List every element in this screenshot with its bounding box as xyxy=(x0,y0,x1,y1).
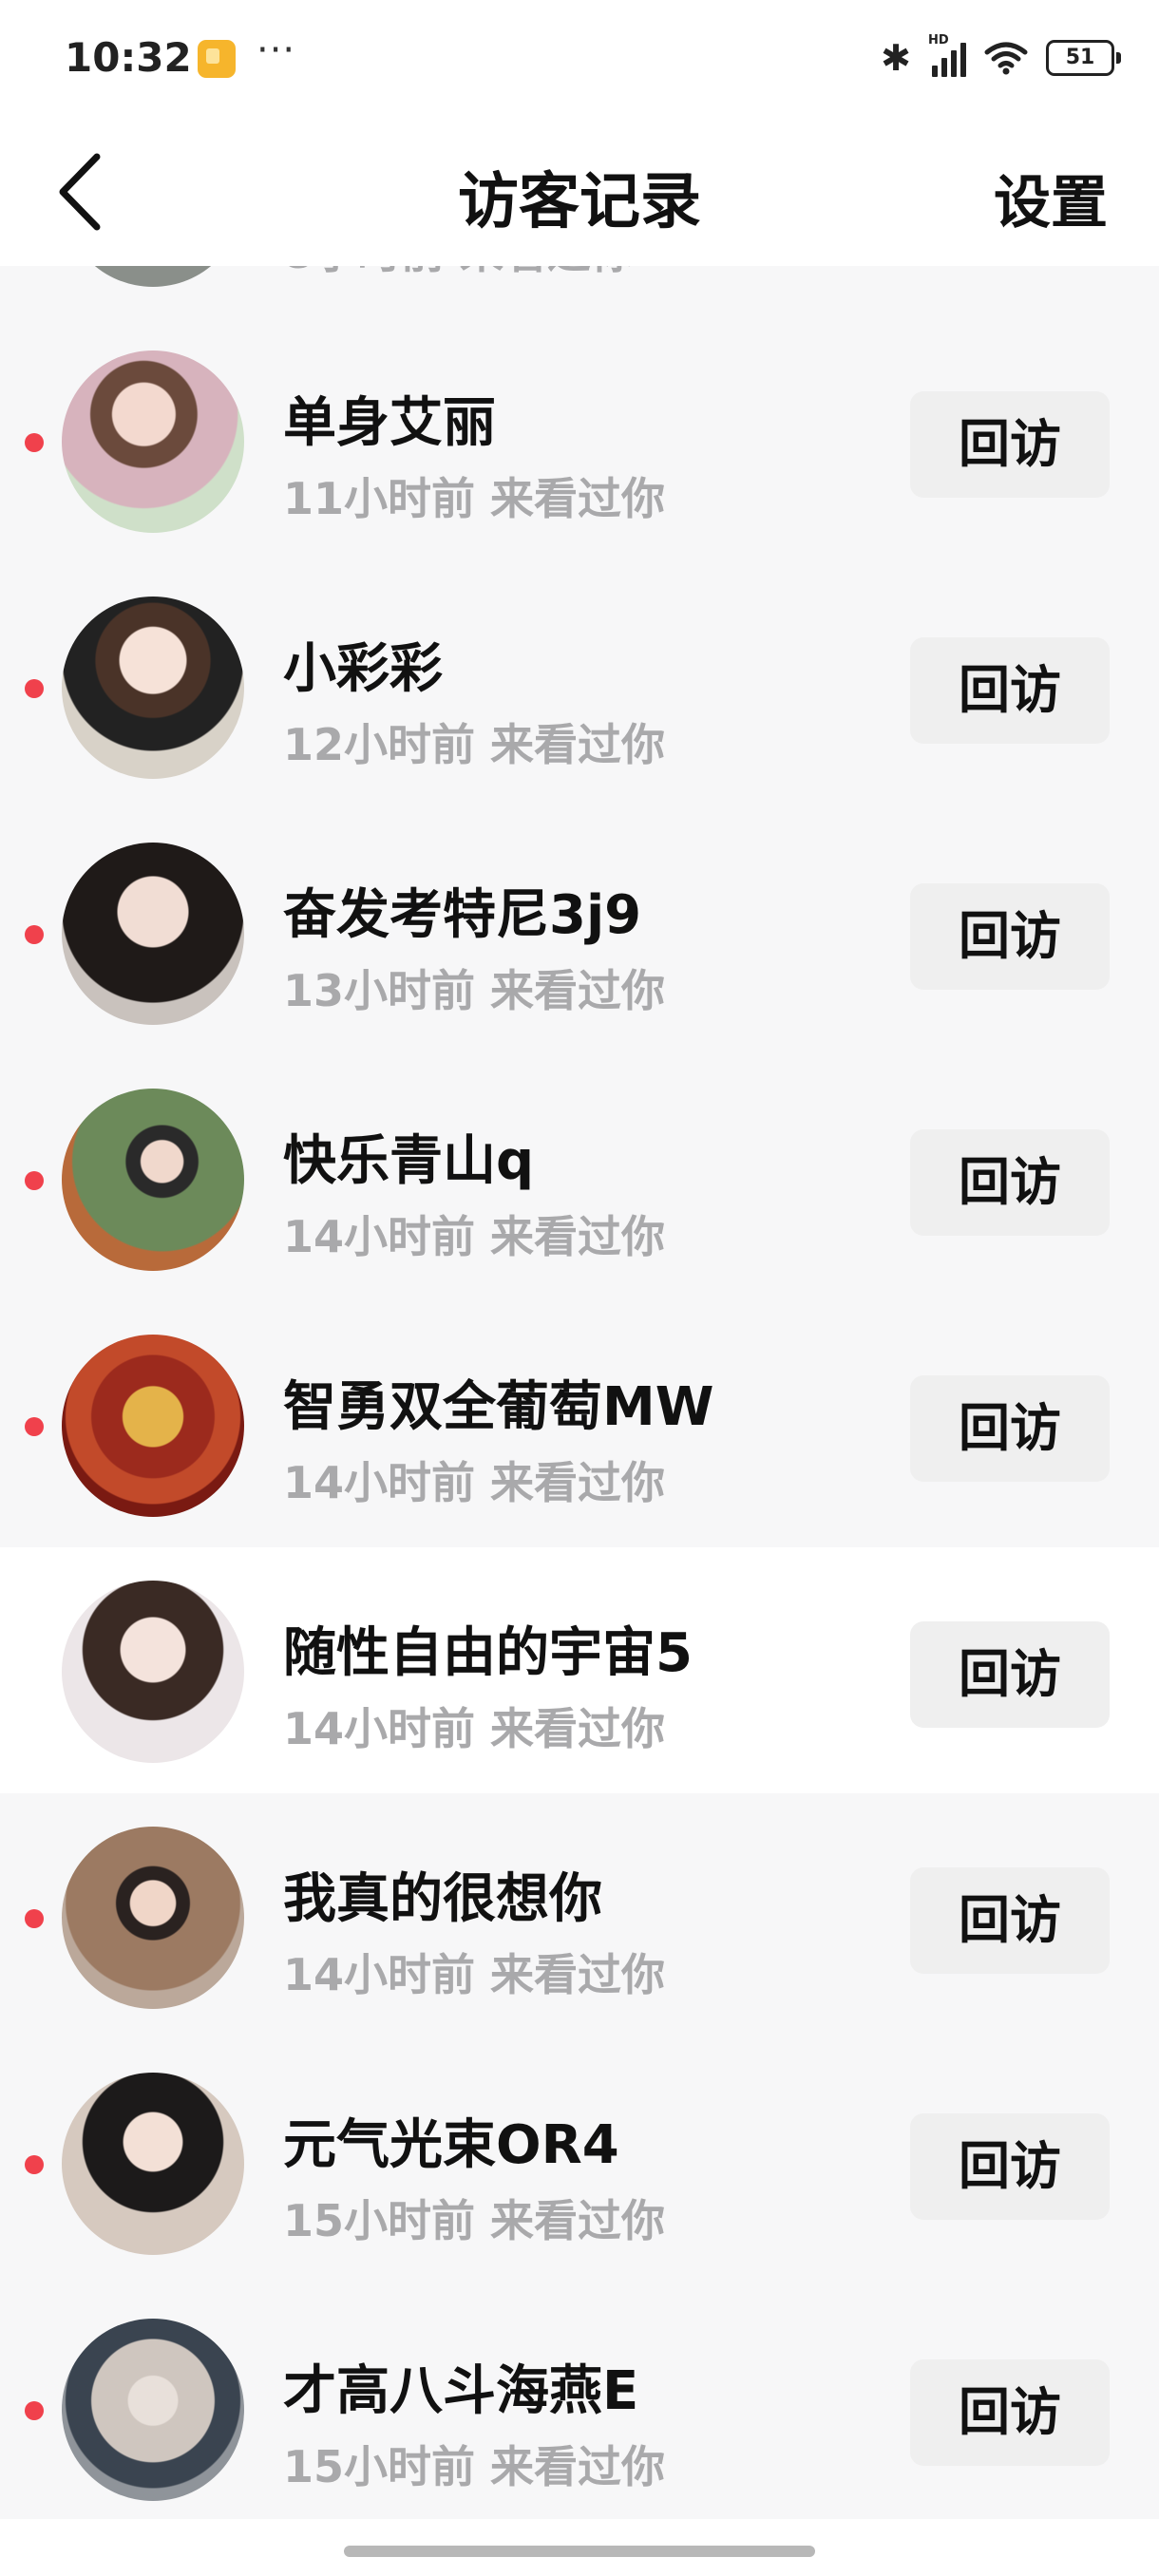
visitor-row[interactable]: 元气光束OR4 15小时前 来看过你 回访 xyxy=(0,2039,1159,2285)
avatar[interactable] xyxy=(62,266,244,287)
visitor-name: 智勇双全葡萄MW xyxy=(283,1376,714,1438)
visit-back-button[interactable]: 回访 xyxy=(910,1129,1110,1236)
visit-time: 15小时前 xyxy=(283,2195,476,2246)
visit-action: 来看过你 xyxy=(490,719,666,770)
visitor-row[interactable]: 8小时前 来看过你回访 xyxy=(0,266,1159,317)
status-icons: ✱ HD 51 xyxy=(864,33,1121,82)
visitor-name: 随性自由的宇宙5 xyxy=(283,1622,693,1684)
visitor-row[interactable]: 小彩彩 12小时前 来看过你 回访 xyxy=(0,563,1159,809)
visitor-row[interactable]: 奋发考特尼3j9 13小时前 来看过你 回访 xyxy=(0,809,1159,1055)
visitor-row[interactable]: 单身艾丽 11小时前 来看过你 回访 xyxy=(0,317,1159,563)
avatar[interactable] xyxy=(62,1827,244,2009)
visit-info: 12小时前 来看过你 xyxy=(283,710,665,773)
visit-back-button[interactable]: 回访 xyxy=(910,391,1110,498)
visitor-row[interactable]: 随性自由的宇宙5 14小时前 来看过你 回访 xyxy=(0,1547,1159,1793)
visit-time: 12小时前 xyxy=(283,719,476,770)
unread-dot xyxy=(25,1171,44,1190)
avatar[interactable] xyxy=(62,1581,244,1763)
unread-dot xyxy=(25,433,44,452)
visit-time: 14小时前 xyxy=(283,1703,476,1754)
unread-dot xyxy=(25,1417,44,1436)
visit-action: 来看过你 xyxy=(490,1211,666,1262)
visit-action: 来看过你 xyxy=(490,1457,666,1508)
visit-time: 14小时前 xyxy=(283,1949,476,2000)
unread-dot xyxy=(25,1909,44,1928)
visitor-name: 元气光束OR4 xyxy=(283,2114,619,2176)
visit-action: 来看过你 xyxy=(490,2441,666,2492)
visit-back-button[interactable]: 回访 xyxy=(910,1867,1110,1974)
visit-info: 15小时前 来看过你 xyxy=(283,2187,665,2249)
avatar[interactable] xyxy=(62,2073,244,2255)
visitor-name: 快乐青山q xyxy=(283,1130,535,1192)
visit-time: 14小时前 xyxy=(283,1211,476,1262)
visit-time: 14小时前 xyxy=(283,1457,476,1508)
visit-back-button[interactable]: 回访 xyxy=(910,2113,1110,2220)
signal-icon: HD xyxy=(928,33,966,77)
visitor-row[interactable]: 智勇双全葡萄MW 14小时前 来看过你 回访 xyxy=(0,1301,1159,1547)
unread-dot xyxy=(25,679,44,698)
battery-icon: 51 xyxy=(1046,40,1121,76)
avatar[interactable] xyxy=(62,1335,244,1517)
visitor-name: 小彩彩 xyxy=(283,638,443,700)
visit-action: 来看过你 xyxy=(460,266,635,278)
wifi-icon xyxy=(983,41,1029,75)
visit-back-button[interactable]: 回访 xyxy=(910,637,1110,744)
visit-back-button[interactable]: 回访 xyxy=(910,1621,1110,1728)
system-nav-bar xyxy=(0,2519,1159,2576)
visit-action: 来看过你 xyxy=(490,965,666,1016)
page-title: 访客记录 xyxy=(458,167,701,237)
visit-back-button[interactable]: 回访 xyxy=(910,2359,1110,2466)
visit-info: 14小时前 来看过你 xyxy=(283,1941,665,2003)
settings-button[interactable]: 设置 xyxy=(994,157,1108,239)
visit-info: 14小时前 来看过你 xyxy=(283,1695,665,1757)
avatar[interactable] xyxy=(62,2319,244,2501)
unread-dot xyxy=(25,2401,44,2420)
avatar[interactable] xyxy=(62,350,244,533)
visitor-name: 奋发考特尼3j9 xyxy=(283,884,642,946)
visit-back-button[interactable]: 回访 xyxy=(910,1375,1110,1482)
status-time: 10:32 xyxy=(65,34,192,81)
visit-action: 来看过你 xyxy=(490,2195,666,2246)
visit-back-button[interactable]: 回访 xyxy=(910,883,1110,990)
unread-dot xyxy=(25,925,44,944)
visitor-name: 才高八斗海燕E xyxy=(283,2360,639,2422)
avatar[interactable] xyxy=(62,1089,244,1271)
more-notifications-icon: ··· xyxy=(256,28,296,72)
battery-level: 51 xyxy=(1046,40,1114,76)
visit-time: 8小时前 xyxy=(283,266,445,278)
visit-info: 14小时前 来看过你 xyxy=(283,1203,665,1265)
visit-info: 14小时前 来看过你 xyxy=(283,1449,665,1511)
visit-info: 11小时前 来看过你 xyxy=(283,464,665,527)
notes-app-icon xyxy=(198,40,236,78)
visitor-row[interactable]: 我真的很想你 14小时前 来看过你 回访 xyxy=(0,1793,1159,2039)
visit-action: 来看过你 xyxy=(490,1703,666,1754)
visitor-list[interactable]: 8小时前 来看过你回访单身艾丽11小时前 来看过你回访小彩彩12小时前 来看过你… xyxy=(0,266,1159,2519)
avatar[interactable] xyxy=(62,597,244,779)
visit-time: 15小时前 xyxy=(283,2441,476,2492)
visit-info: 8小时前 来看过你 xyxy=(283,266,635,281)
visit-info: 13小时前 来看过你 xyxy=(283,957,665,1019)
visit-time: 11小时前 xyxy=(283,473,476,524)
status-bar: 10:32 ··· ✱ HD 51 xyxy=(0,0,1159,119)
visitor-row[interactable]: 快乐青山q 14小时前 来看过你 回访 xyxy=(0,1055,1159,1301)
home-indicator[interactable] xyxy=(344,2546,815,2557)
visitor-name: 我真的很想你 xyxy=(283,1868,602,1930)
page-header: 访客记录 设置 xyxy=(0,119,1159,266)
visitor-row[interactable]: 才高八斗海燕E 15小时前 来看过你 回访 xyxy=(0,2285,1159,2519)
visit-action: 来看过你 xyxy=(490,473,666,524)
bluetooth-icon: ✱ xyxy=(881,37,911,79)
visit-action: 来看过你 xyxy=(490,1949,666,2000)
visitor-name: 单身艾丽 xyxy=(283,392,496,454)
visit-time: 13小时前 xyxy=(283,965,476,1016)
unread-dot xyxy=(25,2155,44,2174)
avatar[interactable] xyxy=(62,843,244,1025)
visit-info: 15小时前 来看过你 xyxy=(283,2433,665,2495)
